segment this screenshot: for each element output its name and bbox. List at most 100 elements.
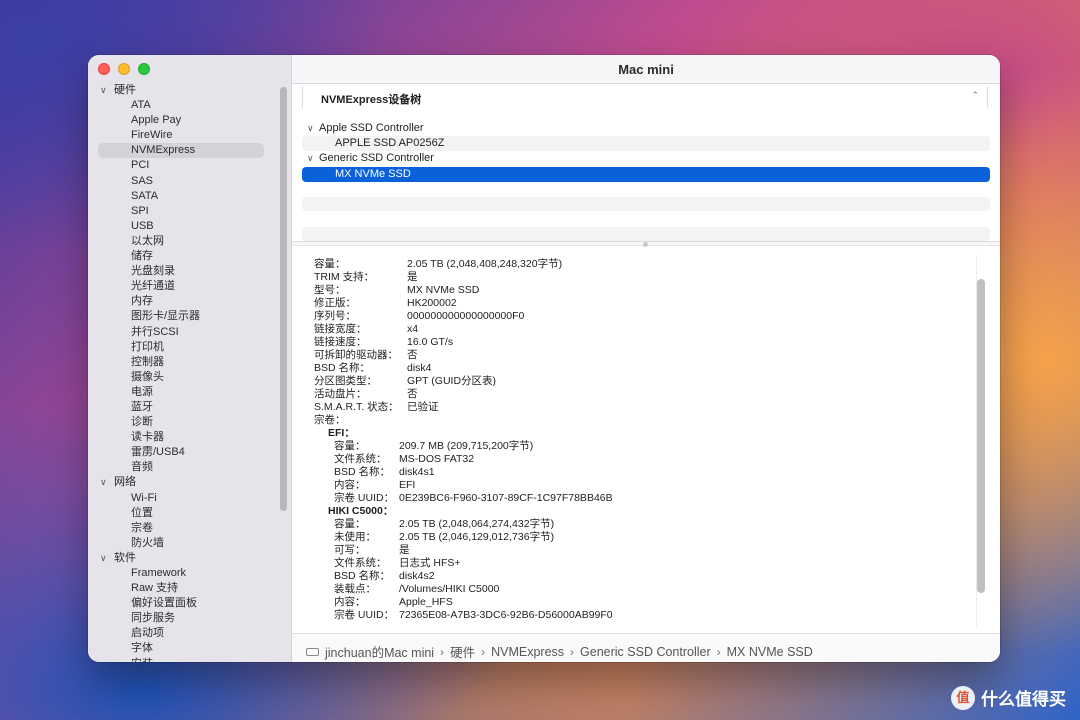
minimize-button[interactable] [118,63,130,75]
detail-key: BSD 名称： [314,362,371,374]
detail-key: 宗卷 UUID： [334,492,395,504]
sidebar-item[interactable]: USB [88,219,278,234]
chevron-up-icon[interactable]: ⌃ [971,90,979,101]
sidebar-item[interactable]: SATA [88,189,278,204]
sidebar-item[interactable]: 雷雳/USB4 [88,445,278,460]
sidebar-item[interactable]: SAS [88,174,278,189]
section-header[interactable]: NVMExpress设备树 ⌃ [302,86,988,108]
sidebar-item[interactable]: Raw 支持 [88,581,278,596]
breadcrumb-item[interactable]: jinchuan的Mac mini [325,642,434,661]
sidebar-item[interactable]: 控制器 [88,355,278,370]
detail-value: /Volumes/HIKI C5000 [399,583,500,595]
sidebar-item[interactable]: Apple Pay [88,113,278,128]
detail-key: 序列号： [314,310,356,322]
sidebar-item[interactable]: Wi-Fi [88,491,278,506]
sidebar-item[interactable]: NVMExpress [98,143,264,159]
detail-value: 已验证 [407,401,439,413]
sidebar-item[interactable]: 并行SCSI [88,325,278,340]
section-title: NVMExpress设备树 [321,94,422,106]
sidebar-item[interactable]: 打印机 [88,340,278,355]
close-button[interactable] [98,63,110,75]
chevron-down-icon[interactable]: ∨ [307,151,314,166]
detail-key: 链接宽度： [314,323,367,335]
breadcrumb-item[interactable]: NVMExpress [491,645,564,659]
sidebar-item[interactable]: 储存 [88,249,278,264]
chevron-down-icon[interactable]: ∨ [100,551,107,566]
sidebar-item[interactable]: 蓝牙 [88,400,278,415]
device-item[interactable]: APPLE SSD AP0256Z [302,136,990,152]
sidebar-item[interactable]: 内存 [88,294,278,309]
sidebar-item[interactable]: 音频 [88,460,278,475]
detail-row: 容量： 2.05 TB (2,048,408,248,320字节) [314,258,974,271]
detail-row: 链接宽度： x4 [314,323,974,336]
volume-detail-row: 宗卷 UUID： 72365E08-A7B3-3DC6-92B6-D56000AB… [314,609,974,622]
volume-detail-row: 容量： 2.05 TB (2,048,064,274,432字节) [314,518,974,531]
sidebar-item[interactable]: Framework [88,566,278,581]
device-controller[interactable]: ∨ Apple SSD Controller [302,121,990,136]
sidebar-item[interactable]: 字体 [88,641,278,656]
empty-row [302,227,990,241]
sidebar-item[interactable]: PCI [88,158,278,173]
detail-value: MX NVMe SSD [407,284,480,296]
sidebar-item[interactable]: 安装 [88,657,278,662]
chevron-down-icon[interactable]: ∨ [100,475,107,490]
split-divider[interactable] [292,241,1000,247]
sidebar-group[interactable]: ∨ 网络 [88,475,278,490]
breadcrumb-item[interactable]: MX NVMe SSD [727,645,813,659]
sidebar-item[interactable]: 摄像头 [88,370,278,385]
chevron-right-icon: › [570,644,575,659]
details-scrollbar[interactable] [976,255,986,627]
sidebar-item[interactable]: 同步服务 [88,611,278,626]
sidebar-item[interactable]: FireWire [88,128,278,143]
sidebar-item[interactable]: ATA [88,98,278,113]
window-title: Mac mini [292,55,1000,84]
detail-value: disk4s1 [399,466,435,478]
sidebar-group[interactable]: ∨ 硬件 [88,83,278,98]
watermark: 值 什么值得买 [951,685,1066,710]
detail-key: 未使用： [334,531,376,543]
controller-name: Generic SSD Controller [319,152,434,165]
sidebar-item[interactable]: 以太网 [88,234,278,249]
volumes-label: 宗卷： [314,414,346,426]
sidebar: ∨ 硬件 ATA Apple Pay FireWire NVMExpress PCI SAS S… [88,55,292,662]
detail-key: 链接速度： [314,336,367,348]
detail-key: 宗卷 UUID： [334,609,395,621]
sidebar-item[interactable]: 诊断 [88,415,278,430]
sidebar-item[interactable]: 启动项 [88,626,278,641]
volume-detail-row: 文件系统： 日志式 HFS+ [314,557,974,570]
sidebar-item[interactable]: 位置 [88,506,278,521]
sidebar-item[interactable]: 图形卡/显示器 [88,309,278,324]
selected-device[interactable]: MX NVMe SSD [302,166,990,182]
sidebar-item[interactable]: 读卡器 [88,430,278,445]
detail-key: 文件系统： [334,557,387,569]
detail-key: S.M.A.R.T. 状态： [314,401,399,413]
sidebar-item[interactable]: 宗卷 [88,521,278,536]
device-controller[interactable]: ∨ Generic SSD Controller [302,151,990,166]
breadcrumb-item[interactable]: Generic SSD Controller [580,645,711,659]
detail-key: 活动盘片： [314,388,367,400]
sidebar-item[interactable]: 防火墙 [88,536,278,551]
sidebar-group[interactable]: ∨ 软件 [88,551,278,566]
divider-handle[interactable] [643,242,648,247]
sidebar-group-label: 硬件 [114,84,136,96]
chevron-down-icon[interactable]: ∨ [100,83,107,98]
sidebar-scrollbar[interactable] [280,87,287,511]
status-bar: jinchuan的Mac mini › 硬件 › NVMExpress › Generic … [292,633,1000,662]
sidebar-item[interactable]: 电源 [88,385,278,400]
sidebar-item[interactable]: 偏好设置面板 [88,596,278,611]
detail-value: Apple_HFS [399,596,453,608]
sidebar-item[interactable]: SPI [88,204,278,219]
device-tree: ∨ Apple SSD Controller APPLE SSD AP0256Z ∨ G… [302,121,990,182]
detail-value: MS-DOS FAT32 [399,453,475,465]
zoom-button[interactable] [138,63,150,75]
scrollbar-thumb[interactable] [977,279,985,593]
sidebar-item[interactable]: 光盘刻录 [88,264,278,279]
sidebar-item[interactable]: 光纤通道 [88,279,278,294]
sidebar-group-label: 网络 [114,476,136,489]
detail-value: 否 [407,388,418,400]
breadcrumb-item[interactable]: 硬件 [450,642,475,661]
detail-key: 内容： [334,596,366,608]
detail-value: 是 [407,271,418,283]
chevron-down-icon[interactable]: ∨ [307,121,314,136]
detail-row: 分区图类型： GPT (GUID分区表) [314,375,974,388]
